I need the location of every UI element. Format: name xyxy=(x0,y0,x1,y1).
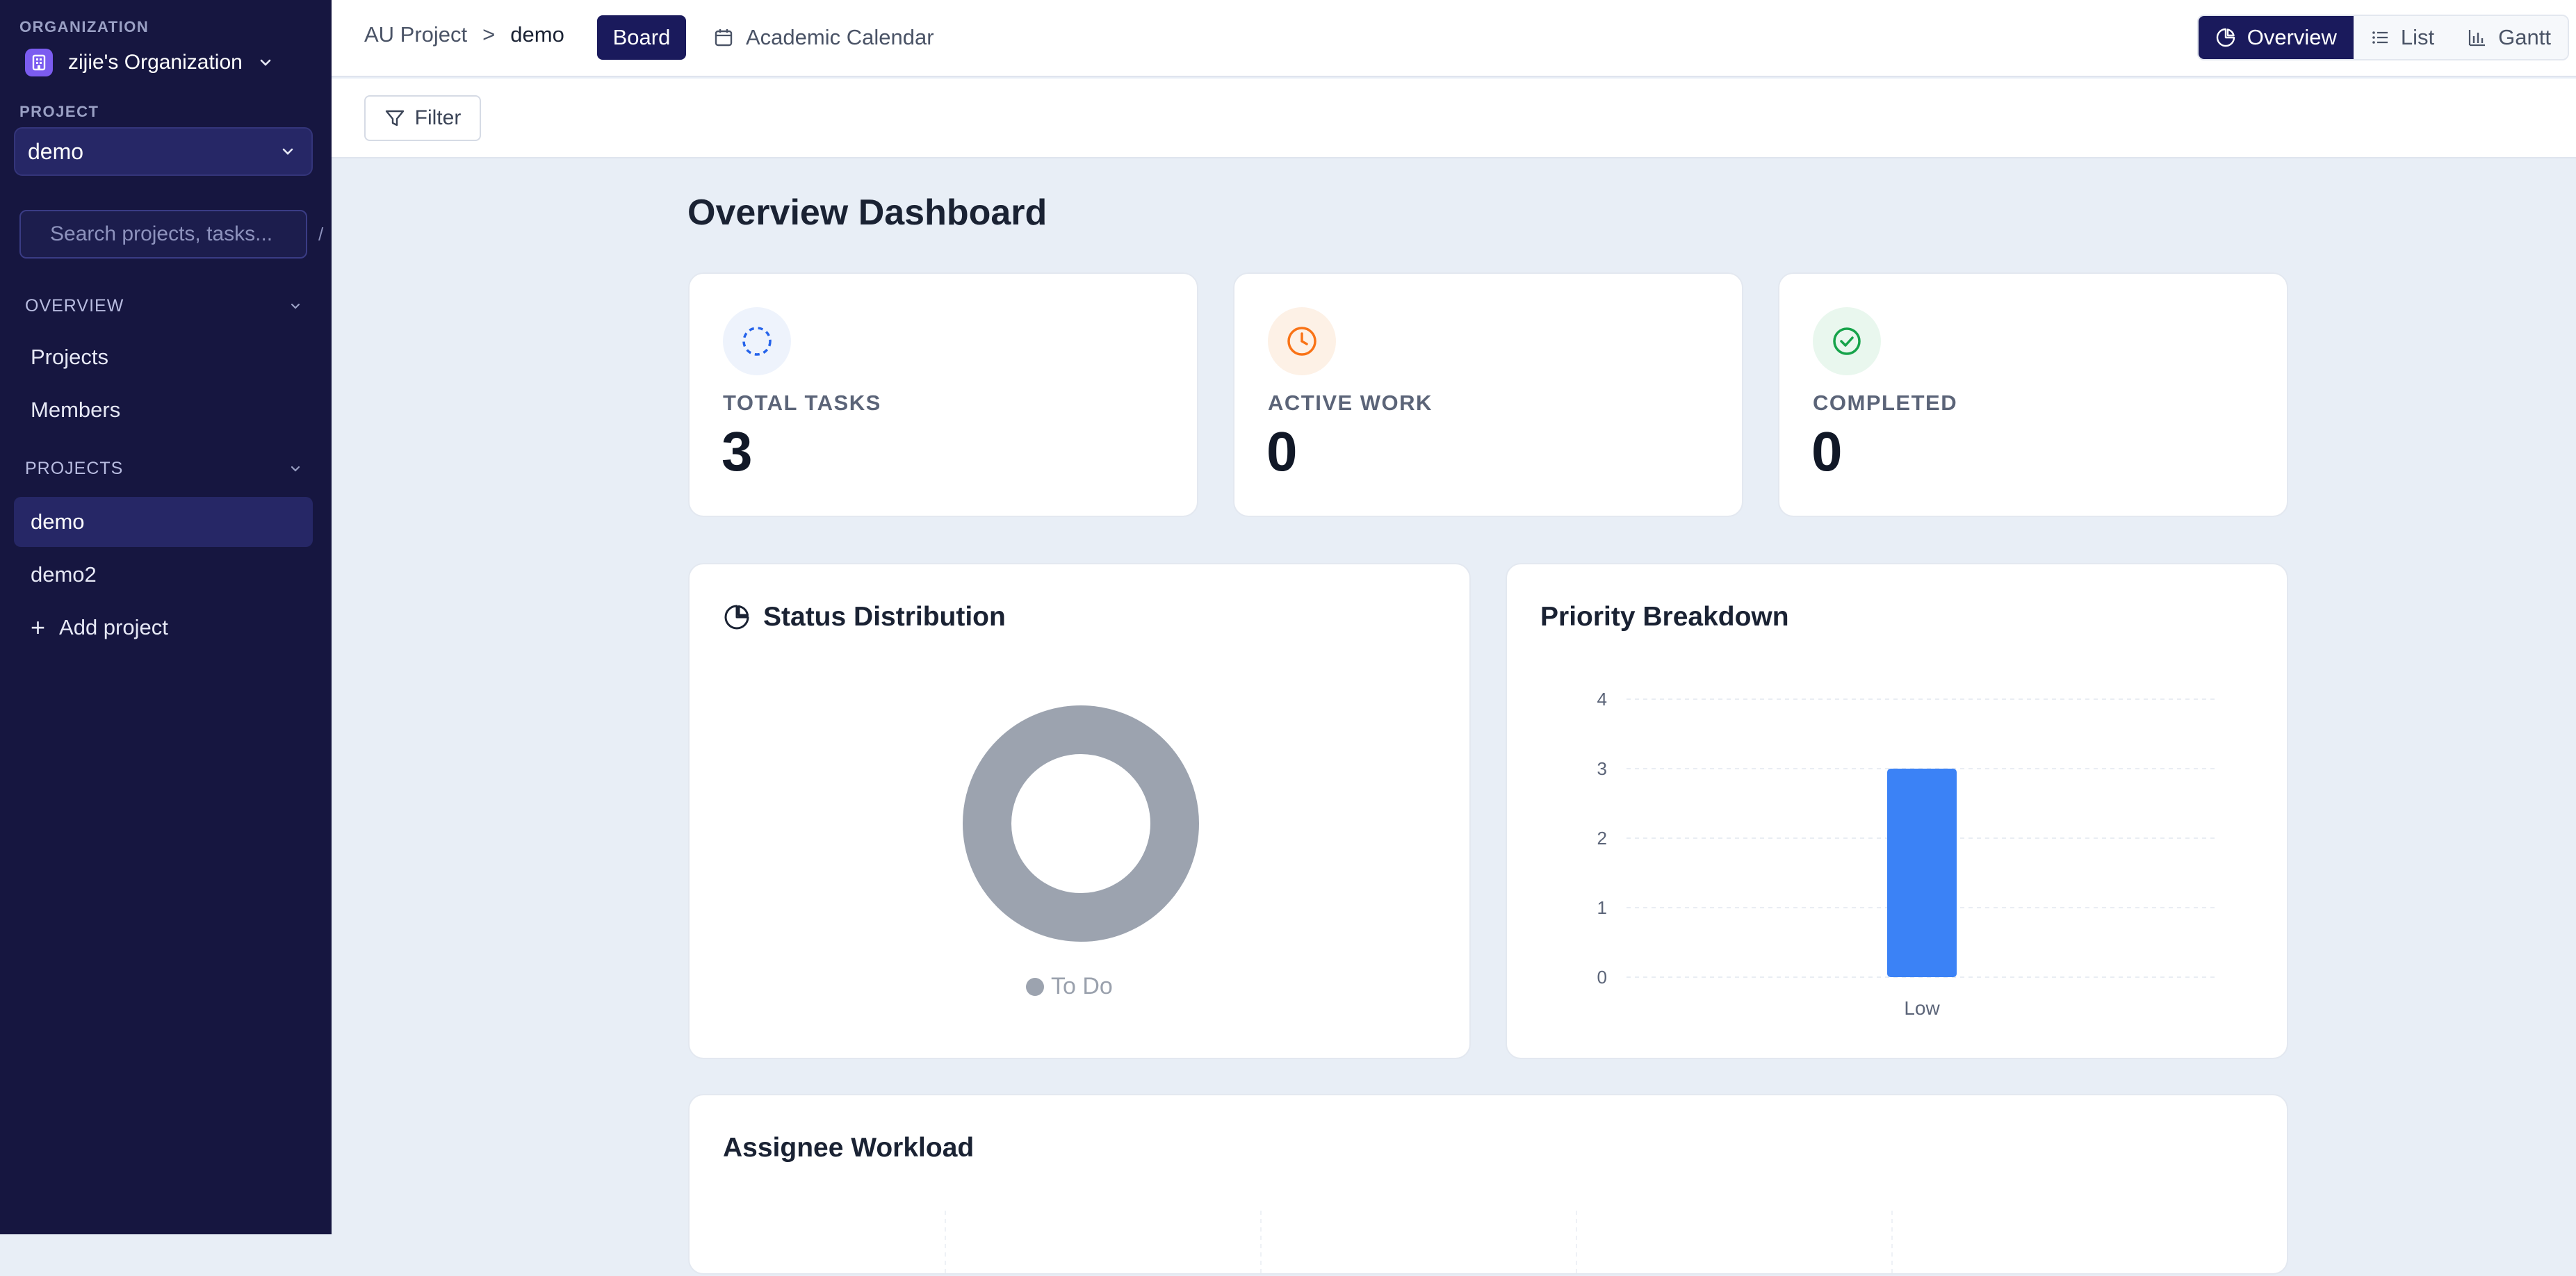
filter-icon xyxy=(385,110,404,126)
stat-label: COMPLETED xyxy=(1813,391,1958,415)
search-box[interactable]: / xyxy=(19,210,323,259)
stat-label: ACTIVE WORK xyxy=(1268,391,1433,415)
stat-value: 0 xyxy=(1811,420,1843,482)
overview-group-label: OVERVIEW xyxy=(25,296,124,316)
add-project-label: Add project xyxy=(59,615,168,639)
search-shortcut-hint: / xyxy=(318,223,324,245)
stat-label: TOTAL TASKS xyxy=(723,391,881,415)
check-circle-icon xyxy=(1813,307,1881,375)
breadcrumb-current: demo xyxy=(510,22,564,47)
bar-low[interactable] xyxy=(1887,769,1957,977)
dashed-circle-icon xyxy=(723,307,791,375)
organization-label: ORGANIZATION xyxy=(19,18,149,35)
y-tick-label: 0 xyxy=(1597,967,1607,988)
projects-group-header[interactable]: PROJECTS xyxy=(25,459,303,479)
sidebar-item-label: Members xyxy=(31,398,121,422)
assignee-workload-grid xyxy=(945,1211,1893,1276)
breadcrumb: AU Project > demo xyxy=(364,22,564,47)
sidebar: ORGANIZATION zijie's Organization PROJEC… xyxy=(0,0,332,1234)
status-distribution-card: Status Distribution To Do xyxy=(688,563,1471,1059)
stat-value: 0 xyxy=(1266,420,1298,482)
chevron-down-icon xyxy=(282,148,293,155)
overview-group-header[interactable]: OVERVIEW xyxy=(25,296,303,316)
add-project-button[interactable]: + Add project xyxy=(14,603,313,653)
pie-chart-icon xyxy=(2216,28,2235,47)
donut-slice-to-do[interactable] xyxy=(963,705,1199,942)
view-list-label: List xyxy=(2400,25,2435,49)
assignee-workload-card: Assignee Workload xyxy=(688,1094,2288,1276)
breadcrumb-separator: > xyxy=(482,22,496,47)
stat-card-completed: COMPLETED 0 xyxy=(1778,272,2288,517)
view-gantt-button[interactable]: Gantt xyxy=(2451,16,2568,59)
legend-swatch xyxy=(1026,977,1044,996)
y-tick-label: 1 xyxy=(1597,897,1607,918)
breadcrumb-root[interactable]: AU Project xyxy=(364,22,467,47)
tab-academic-calendar[interactable]: Academic Calendar xyxy=(714,15,934,60)
filter-bar: Filter xyxy=(332,79,2576,158)
page-title: Overview Dashboard xyxy=(687,193,1047,233)
stat-card-total-tasks: TOTAL TASKS 3 xyxy=(688,272,1198,517)
view-gantt-label: Gantt xyxy=(2498,25,2551,49)
project-select-value: demo xyxy=(28,138,84,164)
sidebar-item-label: demo xyxy=(31,509,85,534)
view-switcher: Overview List Gantt xyxy=(2196,15,2569,60)
priority-bar-chart: 0 1 2 3 4 Low xyxy=(1597,689,2217,1019)
priority-breakdown-card: Priority Breakdown 0 1 2 3 4 Low xyxy=(1506,563,2288,1059)
y-tick-label: 2 xyxy=(1597,828,1607,849)
bar-chart-icon xyxy=(2469,30,2486,47)
sidebar-item-label: demo2 xyxy=(31,562,97,587)
sidebar-item-members[interactable]: Members xyxy=(14,385,313,435)
chevron-down-icon xyxy=(291,303,300,309)
top-bar: AU Project > demo Board Academic Calenda… xyxy=(332,0,2576,77)
filter-label: Filter xyxy=(414,106,462,129)
building-icon xyxy=(25,49,53,76)
filter-button[interactable]: Filter xyxy=(364,95,481,141)
sidebar-item-demo2[interactable]: demo2 xyxy=(14,550,313,600)
sidebar-item-label: Projects xyxy=(31,345,108,369)
organization-name: zijie's Organization xyxy=(68,51,243,74)
clock-icon xyxy=(1268,307,1336,375)
search-input[interactable] xyxy=(50,222,318,246)
view-overview-button[interactable]: Overview xyxy=(2198,16,2354,59)
chevron-down-icon xyxy=(291,466,300,472)
y-tick-label: 3 xyxy=(1597,758,1607,779)
stat-value: 3 xyxy=(722,420,753,482)
project-label: PROJECT xyxy=(19,103,99,120)
projects-group-label: PROJECTS xyxy=(25,459,124,478)
calendar-icon xyxy=(715,29,733,47)
view-overview-label: Overview xyxy=(2247,25,2337,49)
tab-academic-calendar-label: Academic Calendar xyxy=(746,25,934,49)
view-list-button[interactable]: List xyxy=(2353,16,2452,59)
sidebar-item-projects[interactable]: Projects xyxy=(14,332,313,382)
stat-card-active-work: ACTIVE WORK 0 xyxy=(1233,272,1743,517)
x-tick-label: Low xyxy=(1904,997,1940,1019)
list-icon xyxy=(2372,31,2388,44)
tab-board[interactable]: Board xyxy=(597,15,686,60)
organization-switcher[interactable]: zijie's Organization xyxy=(25,46,273,79)
project-select[interactable]: demo xyxy=(14,127,313,176)
plus-icon: + xyxy=(31,613,46,641)
y-tick-label: 4 xyxy=(1597,689,1607,710)
legend-label: To Do xyxy=(1051,973,1113,999)
chevron-down-icon xyxy=(260,59,271,66)
status-legend: To Do xyxy=(1026,973,1113,1000)
sidebar-item-demo[interactable]: demo xyxy=(14,497,313,547)
